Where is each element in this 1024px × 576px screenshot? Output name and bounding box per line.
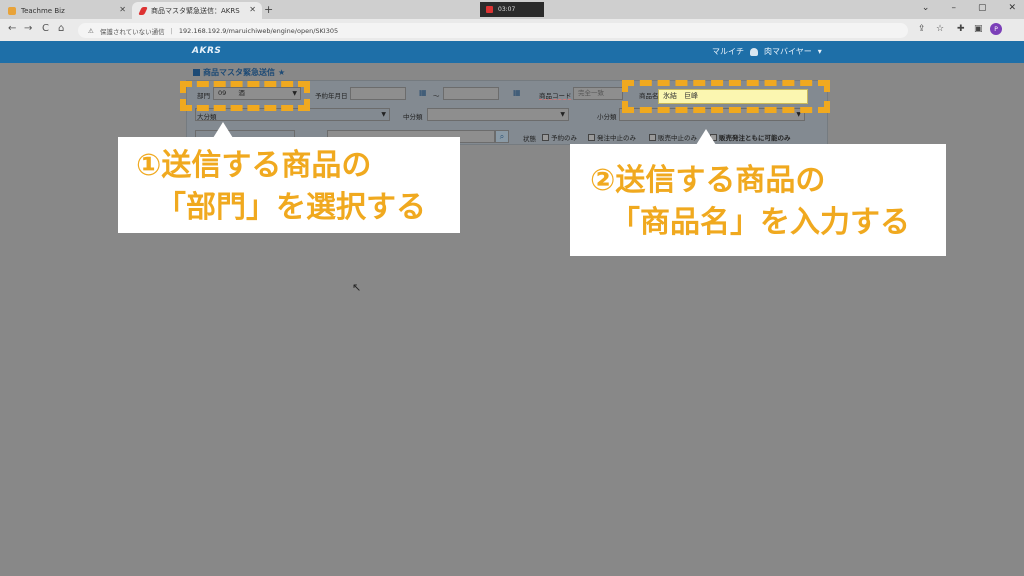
user-icon [750, 47, 758, 56]
home-button[interactable]: ⌂ [58, 23, 64, 34]
warning-icon: ⚠ [88, 26, 94, 35]
callout-pointer [213, 122, 233, 138]
page-title: 商品マスタ緊急送信 ★ [193, 67, 285, 78]
product-code-input[interactable]: 完全一致 [573, 87, 623, 100]
user-role: 肉マバイヤー [764, 47, 812, 56]
product-code-label: 商品コード [539, 92, 572, 100]
page-title-text: 商品マスタ緊急送信 [203, 68, 275, 77]
reservation-date-to[interactable] [443, 87, 499, 100]
user-menu[interactable]: マルイチ 肉マバイヤー ▾ [712, 46, 822, 57]
status-label: 状態 [523, 135, 536, 143]
callout-line: 「商品名」を入力する [610, 205, 910, 240]
favorite-star-icon[interactable]: ★ [278, 68, 285, 77]
reservation-date-from[interactable] [350, 87, 406, 100]
recording-time: 03:07 [498, 6, 516, 13]
status-order-stopped-checkbox[interactable]: 発注中止のみ [588, 132, 636, 142]
checkbox-label: 予約のみ [551, 134, 577, 142]
checkbox-icon [588, 133, 595, 141]
minor-category-label: 小分類 [597, 113, 617, 121]
checkbox-icon [649, 133, 656, 141]
callout-line: ①送信する商品の [136, 148, 372, 183]
status-reserved-checkbox[interactable]: 予約のみ [542, 132, 577, 142]
status-sale-stopped-checkbox[interactable]: 販売中止のみ [649, 132, 697, 142]
security-label: 保護されていない通信 [99, 27, 165, 36]
search-icon[interactable]: ⌕ [495, 130, 509, 143]
record-stop-icon[interactable] [486, 6, 493, 13]
product-name-highlight-box [622, 80, 830, 113]
browser-tab-akrs[interactable]: 商品マスタ緊急送信：AKRS ✕ [132, 2, 262, 19]
checkbox-label: 販売中止のみ [658, 134, 697, 142]
callout-pointer [696, 129, 716, 145]
reload-button[interactable]: C [42, 23, 49, 34]
browser-toolbar: ← → C ⌂ ⚠ 保護されていない通信 | 192.168.192.9/mar… [0, 19, 1024, 41]
url-separator: | [170, 26, 173, 35]
new-tab-button[interactable]: + [264, 3, 273, 16]
minimize-button[interactable]: – [951, 3, 956, 13]
tab-search-button[interactable]: ⌄ [922, 3, 930, 13]
chevron-down-icon: ▼ [560, 111, 565, 118]
window-controls: ⌄ – ▢ ✕ [922, 3, 1016, 13]
close-icon[interactable]: ✕ [249, 5, 256, 14]
browser-tabstrip: Teachme Biz ✕ 商品マスタ緊急送信：AKRS ✕ + 03:07 ⌄… [0, 0, 1024, 19]
checkbox-label: 販売発注ともに可能のみ [719, 134, 791, 142]
calendar-icon[interactable]: ▦ [513, 88, 521, 97]
chevron-down-icon: ▼ [381, 111, 386, 118]
department-highlight-box [180, 81, 310, 111]
callout-department: ①送信する商品の 「部門」を選択する [118, 137, 460, 233]
checkbox-icon [542, 133, 549, 141]
calendar-icon[interactable]: ▦ [419, 88, 427, 97]
middle-category-select[interactable]: ▼ [427, 108, 569, 121]
recording-indicator[interactable]: 03:07 [480, 2, 544, 17]
profile-avatar[interactable]: P [990, 23, 1002, 35]
url-text: 192.168.192.9/maruichiweb/engine/open/SK… [178, 26, 339, 35]
app-logo[interactable]: AKRS [192, 46, 221, 56]
callout-line: 「部門」を選択する [156, 190, 426, 225]
back-button[interactable]: ← [8, 23, 16, 34]
middle-category-label: 中分類 [403, 113, 423, 121]
browser-tab-teachme[interactable]: Teachme Biz ✕ [0, 2, 132, 19]
close-icon[interactable]: ✕ [119, 5, 126, 14]
close-window-button[interactable]: ✕ [1008, 3, 1016, 13]
extensions-icon[interactable]: ✚ [957, 24, 965, 34]
status-both-available-checkbox[interactable]: 販売発注ともに可能のみ [710, 132, 791, 142]
mouse-cursor-icon: ↖ [352, 281, 362, 294]
maximize-button[interactable]: ▢ [978, 3, 987, 13]
app-header: AKRS マルイチ 肉マバイヤー ▾ [0, 41, 1024, 63]
date-range-tilde: ～ [433, 92, 440, 100]
url-bar[interactable]: ⚠ 保護されていない通信 | 192.168.192.9/maruichiweb… [78, 23, 908, 38]
checkbox-label: 発注中止のみ [597, 134, 636, 142]
tab-title: Teachme Biz [21, 6, 65, 15]
callout-line: ②送信する商品の [590, 163, 826, 198]
share-icon[interactable]: ⇪ [918, 24, 926, 34]
sidepanel-icon[interactable]: ▣ [974, 24, 983, 34]
bookmark-star-icon[interactable]: ☆ [936, 24, 944, 34]
grid-icon [193, 69, 200, 76]
akrs-favicon-icon [138, 6, 148, 15]
tab-title: 商品マスタ緊急送信：AKRS [151, 6, 240, 15]
company-name: マルイチ [712, 47, 744, 56]
forward-button[interactable]: → [24, 23, 32, 34]
reservation-date-label: 予約年月日 [315, 92, 348, 100]
teachme-favicon-icon [8, 6, 16, 15]
callout-product-name: ②送信する商品の 「商品名」を入力する [570, 144, 946, 256]
chevron-down-icon: ▾ [817, 47, 822, 56]
